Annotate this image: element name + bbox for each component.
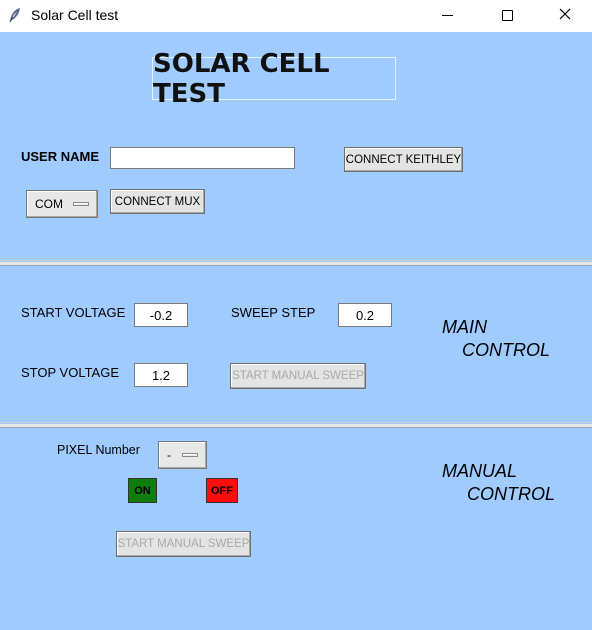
stop-voltage-input[interactable] bbox=[134, 363, 188, 387]
feather-icon bbox=[6, 6, 24, 24]
com-port-select[interactable]: COM bbox=[26, 190, 98, 218]
connect-mux-button[interactable]: CONNECT MUX bbox=[110, 189, 205, 214]
main-control-title-line1: MAIN bbox=[442, 317, 487, 337]
window-title: Solar Cell test bbox=[31, 7, 119, 23]
pixel-number-select[interactable]: - bbox=[158, 441, 207, 469]
start-voltage-label: START VOLTAGE bbox=[21, 305, 126, 320]
start-voltage-input[interactable] bbox=[134, 303, 188, 327]
manual-control-title-line2: CONTROL bbox=[467, 484, 556, 504]
close-icon bbox=[559, 7, 571, 23]
minimize-icon bbox=[441, 14, 453, 16]
maximize-icon bbox=[501, 9, 513, 21]
com-port-value: COM bbox=[35, 197, 63, 211]
sweep-step-label: SWEEP STEP bbox=[231, 305, 316, 320]
manual-control-title-line1: MANUAL bbox=[442, 461, 518, 481]
page-title: SOLAR CELL TEST bbox=[152, 49, 396, 109]
pixel-on-button[interactable]: ON bbox=[128, 478, 157, 503]
title-bar: Solar Cell test bbox=[0, 0, 592, 32]
sweep-step-input[interactable] bbox=[338, 303, 392, 327]
start-manual-sweep-button-manual[interactable]: START MANUAL SWEEP bbox=[116, 531, 251, 557]
user-name-input[interactable] bbox=[110, 147, 295, 169]
start-manual-sweep-button-main[interactable]: START MANUAL SWEEP bbox=[230, 363, 366, 389]
pixel-off-button[interactable]: OFF bbox=[206, 478, 238, 503]
section-divider bbox=[0, 260, 592, 266]
user-name-label: USER NAME bbox=[21, 149, 100, 164]
pixel-number-label: PIXEL Number bbox=[57, 443, 140, 457]
main-control-title-line2: CONTROL bbox=[462, 340, 551, 360]
section-divider bbox=[0, 422, 592, 428]
connect-keithley-button[interactable]: CONNECT KEITHLEY bbox=[344, 147, 463, 172]
minimize-button[interactable] bbox=[424, 0, 470, 30]
pixel-number-value: - bbox=[167, 448, 171, 462]
dropdown-indicator-icon bbox=[182, 453, 198, 457]
maximize-button[interactable] bbox=[484, 0, 530, 30]
stop-voltage-label: STOP VOLTAGE bbox=[21, 365, 120, 380]
dropdown-indicator-icon bbox=[73, 202, 89, 206]
close-button[interactable] bbox=[542, 0, 588, 30]
